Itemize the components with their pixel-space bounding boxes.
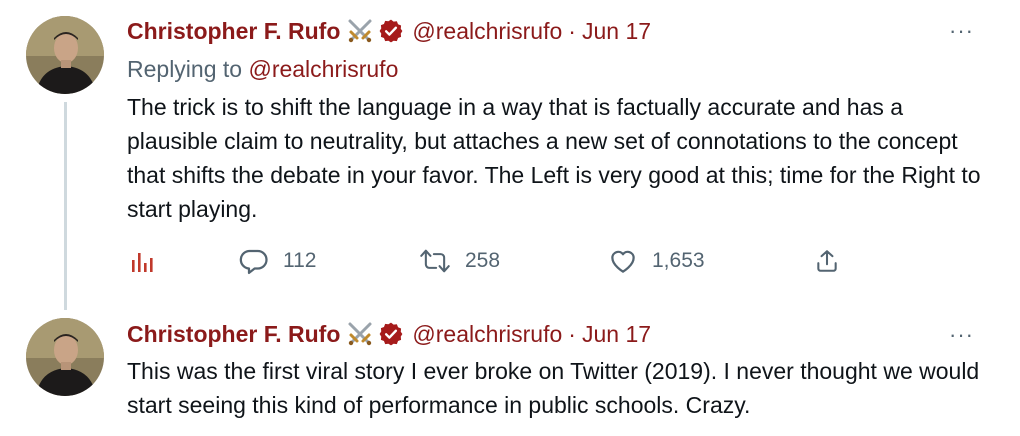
retweet-button[interactable]: 258 (419, 246, 500, 276)
avatar[interactable] (26, 318, 104, 396)
timestamp[interactable]: Jun 17 (582, 18, 651, 45)
like-button[interactable]: 1,653 (608, 246, 705, 276)
thread-line (64, 102, 67, 310)
display-name[interactable]: Christopher F. Rufo (127, 18, 340, 45)
crossed-swords-icon (346, 18, 374, 44)
separator: · (568, 17, 576, 44)
replying-to-label: Replying to (127, 56, 249, 82)
replying-to: Replying to @realchrisrufo (127, 56, 398, 83)
more-options-button[interactable]: ··· (949, 18, 974, 44)
display-name[interactable]: Christopher F. Rufo (127, 321, 340, 348)
verified-icon (378, 18, 404, 44)
avatar[interactable] (26, 16, 104, 94)
retweet-count: 258 (465, 249, 501, 272)
tweet-text: The trick is to shift the language in a … (127, 94, 981, 222)
share-button[interactable] (814, 248, 840, 274)
tweet-thread: Christopher F. Rufo @realchrisrufo · Jun… (0, 0, 1020, 436)
separator: · (568, 320, 576, 347)
tweet-actions: 112 258 1,653 (127, 246, 847, 282)
more-options-button[interactable]: ··· (949, 322, 974, 348)
analytics-button[interactable] (130, 250, 154, 274)
retweet-icon (419, 246, 451, 276)
tweet-header: Christopher F. Rufo @realchrisrufo · Jun… (127, 16, 651, 46)
tweet-header: Christopher F. Rufo @realchrisrufo · Jun… (127, 319, 651, 349)
reply-icon (239, 246, 269, 276)
replying-to-handle[interactable]: @realchrisrufo (248, 56, 398, 82)
analytics-icon (130, 250, 154, 274)
handle[interactable]: @realchrisrufo (412, 18, 562, 45)
handle[interactable]: @realchrisrufo (412, 321, 562, 348)
like-count: 1,653 (652, 249, 705, 272)
reply-count: 112 (283, 249, 317, 272)
timestamp[interactable]: Jun 17 (582, 321, 651, 348)
share-icon (814, 248, 840, 274)
like-icon (608, 246, 638, 276)
tweet-text: This was the first viral story I ever br… (127, 358, 980, 418)
reply-button[interactable]: 112 (239, 246, 316, 276)
verified-icon (378, 321, 404, 347)
crossed-swords-icon (346, 321, 374, 347)
tweet[interactable]: Christopher F. Rufo @realchrisrufo · Jun… (0, 0, 1020, 310)
tweet[interactable]: Christopher F. Rufo @realchrisrufo · Jun… (0, 310, 1020, 436)
